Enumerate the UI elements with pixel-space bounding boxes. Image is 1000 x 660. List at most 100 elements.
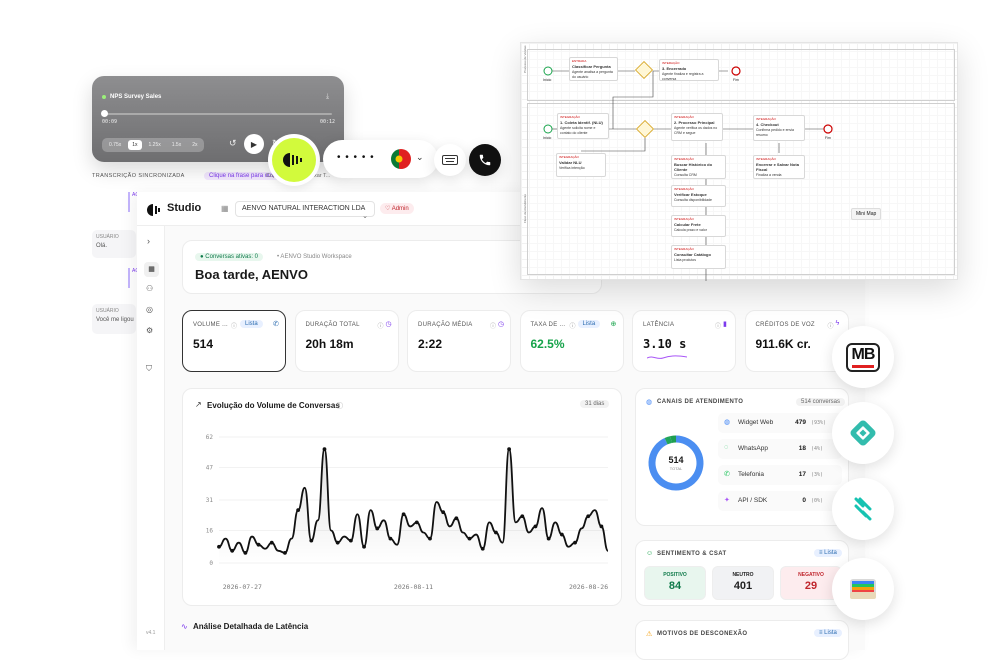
flow-node[interactable]: INTEGRAÇÃO Encerrar e Salvar Nota Fiscal F…: [753, 155, 805, 179]
speed-option[interactable]: 1.5x: [168, 140, 185, 150]
info-icon[interactable]: ⓘ: [231, 321, 237, 330]
sentiment-tile[interactable]: NEUTRO 401: [712, 566, 774, 600]
data-point[interactable]: [546, 536, 551, 541]
audio-progress[interactable]: [104, 113, 332, 115]
data-point[interactable]: [441, 510, 446, 515]
data-point[interactable]: [414, 520, 419, 525]
channel-row[interactable]: ✦ API / SDK 0 (0%): [718, 491, 842, 511]
data-point[interactable]: [401, 512, 406, 517]
data-point[interactable]: [335, 540, 340, 545]
kpi-value: 2:22: [418, 337, 443, 351]
chevron-down-icon[interactable]: ⌄: [416, 152, 424, 163]
flow-node-text: Consulta CRM: [674, 173, 697, 178]
flow-node[interactable]: INTEGRAÇÃO Buscar Histórico do Cliente Con…: [671, 155, 726, 179]
period-badge[interactable]: 31 dias: [580, 400, 610, 408]
info-icon[interactable]: ⓘ: [490, 321, 496, 330]
data-point[interactable]: [309, 538, 314, 543]
donut-slice[interactable]: [664, 436, 672, 445]
sentiment-tile[interactable]: POSITIVO 84: [644, 566, 706, 600]
data-point[interactable]: [533, 524, 538, 529]
channel-row[interactable]: ✆ Telefonia 17 (3%): [718, 465, 842, 485]
info-icon[interactable]: ⓘ: [828, 321, 834, 330]
kpi-card[interactable]: LATÊNCIA ⓘ ▮ 3.10 s: [632, 310, 736, 372]
data-point[interactable]: [217, 544, 221, 549]
info-icon[interactable]: ⓘ: [570, 321, 576, 330]
flow-node[interactable]: INTEGRAÇÃO Calcular Frete Calcula prazo e …: [671, 215, 726, 237]
data-point[interactable]: [599, 524, 604, 529]
flow-node[interactable]: ENTRADA Classificar Pergunta Agente analis…: [569, 57, 618, 81]
data-point[interactable]: [573, 540, 577, 545]
flow-node-text: Lista produtos: [674, 258, 696, 263]
expand-sidebar-icon[interactable]: ›: [147, 236, 150, 246]
sentiment-list-button[interactable]: ≡ Lista: [814, 549, 842, 557]
data-point[interactable]: [454, 516, 459, 521]
data-point[interactable]: [296, 508, 301, 513]
progress-handle[interactable]: [101, 110, 108, 117]
data-point[interactable]: [494, 530, 498, 535]
keypad-button[interactable]: [434, 144, 466, 176]
y-tick-label: 31: [206, 497, 214, 504]
data-point[interactable]: [467, 536, 472, 541]
users-icon[interactable]: ⚇: [146, 284, 153, 293]
flow-node-title: Consultar Catálogo: [674, 251, 711, 257]
data-point[interactable]: [256, 542, 261, 547]
download-icon[interactable]: ⤓: [326, 93, 329, 101]
speed-option[interactable]: 2x: [188, 140, 201, 150]
data-point[interactable]: [269, 540, 274, 545]
data-point[interactable]: [559, 532, 564, 537]
data-point[interactable]: [480, 546, 485, 551]
mini-map-button[interactable]: Mini Map: [851, 208, 882, 220]
kpi-card[interactable]: DURAÇÃO MÉDIA ⓘ ◷ 2:22: [407, 310, 511, 372]
flow-node[interactable]: INTERAÇÃO 3. Encerrado Agente finaliza e r…: [659, 59, 719, 81]
channel-count: 0: [802, 497, 806, 504]
portugal-flag-icon[interactable]: [391, 149, 411, 169]
flow-node[interactable]: INTEGRAÇÃO 1. Coleta Identif. (NLU) Agente…: [557, 113, 609, 139]
dashboard-icon[interactable]: ▦: [144, 262, 159, 277]
shield-icon[interactable]: ⛉: [146, 364, 152, 374]
speed-option[interactable]: 1x: [128, 140, 142, 150]
data-point[interactable]: [520, 514, 525, 519]
info-icon[interactable]: ⓘ: [715, 321, 721, 330]
info-icon[interactable]: ⓘ: [336, 401, 343, 411]
list-badge[interactable]: Lista: [240, 320, 263, 328]
flow-node-text: Agente solicita nome e contato do client…: [560, 126, 596, 135]
data-point[interactable]: [362, 544, 366, 549]
data-point[interactable]: [243, 550, 248, 555]
info-icon[interactable]: ⓘ: [378, 321, 384, 330]
kpi-card[interactable]: DURAÇÃO TOTAL ⓘ ◷ 20h 18m: [294, 310, 399, 372]
transcript-msg-user[interactable]: USUÁRIO Olá.: [92, 230, 136, 258]
data-point[interactable]: [507, 447, 512, 452]
flow-node[interactable]: INTEGRAÇÃO Validar NLU Verifica intenção: [556, 153, 606, 177]
transcript-msg-user[interactable]: USUÁRIO Você me ligou: [92, 304, 136, 334]
channel-row[interactable]: ◍ Widget Web 479 (93%): [718, 413, 842, 433]
speed-option[interactable]: 1.25x: [145, 140, 165, 150]
version-label: v4.1: [146, 630, 156, 636]
kpi-card[interactable]: VOLUME ... ⓘ Lista ✆ 514: [182, 310, 286, 372]
agent-icon[interactable]: ◎: [146, 305, 153, 314]
data-point[interactable]: [230, 548, 235, 553]
voice-agent-button[interactable]: [272, 138, 316, 182]
x-tick-label: 2026-08-11: [394, 583, 433, 591]
org-selector[interactable]: AENVO NATURAL INTERACTION LDA ⌄: [235, 201, 375, 220]
call-button[interactable]: [469, 144, 501, 176]
speed-option[interactable]: 0.75x: [105, 140, 125, 150]
data-point[interactable]: [322, 447, 327, 452]
flow-node[interactable]: INTEGRAÇÃO 2. Processo Principal Agente ve…: [671, 113, 723, 141]
kpi-card[interactable]: TAXA DE ... ⓘ Lista ⊕ 62.5%: [519, 310, 624, 372]
gear-icon[interactable]: ⚙: [146, 326, 153, 335]
disconnect-list-button[interactable]: ≡ Lista: [814, 629, 842, 637]
rewind-icon[interactable]: ↺: [229, 138, 237, 149]
play-button[interactable]: ▶: [244, 134, 264, 154]
list-badge[interactable]: Lista: [577, 320, 601, 328]
flow-node[interactable]: INTEGRAÇÃO 4. Checkout Confirma pedido e e…: [753, 115, 805, 141]
data-point[interactable]: [283, 550, 287, 555]
data-point[interactable]: [428, 536, 432, 541]
channel-row[interactable]: ◌ WhatsApp 18 (4%): [718, 439, 842, 459]
data-point[interactable]: [348, 538, 353, 543]
data-point[interactable]: [388, 536, 393, 541]
data-point[interactable]: [375, 526, 380, 531]
flow-node[interactable]: INTEGRAÇÃO Verificar Estoque Consulta disp…: [671, 185, 726, 207]
flow-node[interactable]: INTEGRAÇÃO Consultar Catálogo Lista produt…: [671, 245, 726, 269]
data-point[interactable]: [586, 514, 591, 519]
donut-slice[interactable]: [670, 435, 677, 443]
